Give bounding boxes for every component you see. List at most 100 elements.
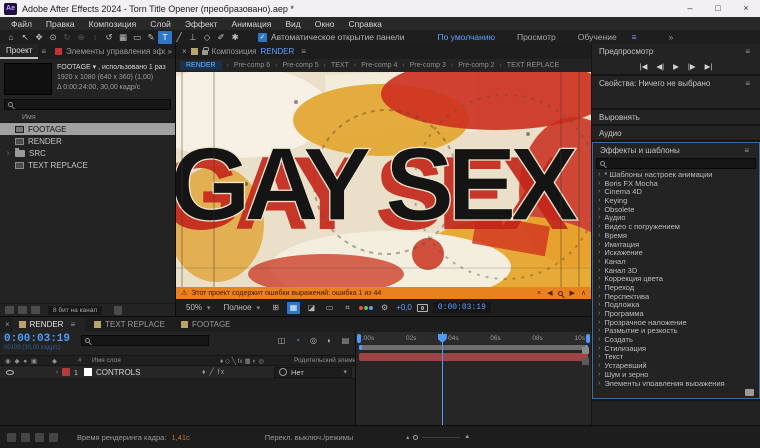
tool-icon[interactable]: ⊥ bbox=[186, 31, 200, 44]
breadcrumb-item[interactable]: Pre-comp 3 bbox=[397, 62, 446, 69]
tool-icon[interactable]: ✐ bbox=[214, 31, 228, 44]
effects-panel-menu-icon[interactable]: ≡ bbox=[744, 146, 749, 155]
project-search[interactable] bbox=[4, 99, 171, 110]
tab-project[interactable]: Проект bbox=[0, 44, 38, 59]
tool-icon[interactable]: ▦ bbox=[116, 31, 130, 44]
comp-button[interactable] bbox=[582, 358, 589, 365]
layer-switches[interactable]: ♦ ╱ fx bbox=[202, 368, 274, 376]
preview-panel-menu-icon[interactable]: ≡ bbox=[745, 47, 750, 56]
breadcrumb-item[interactable]: TEXT REPLACE bbox=[494, 62, 559, 69]
timeline-search[interactable] bbox=[81, 335, 209, 346]
tool-icon[interactable]: ↻ bbox=[60, 31, 74, 44]
zoom-knob[interactable] bbox=[413, 435, 418, 440]
workspace-tab[interactable]: Обучение bbox=[567, 32, 628, 42]
mask-visibility-icon[interactable]: ◪ bbox=[305, 302, 318, 314]
current-timecode[interactable]: 0:00:03:19 bbox=[4, 334, 70, 345]
color-depth-badge[interactable]: 8 бит на канал bbox=[48, 306, 102, 315]
properties-panel-menu-icon[interactable]: ≡ bbox=[745, 79, 750, 88]
lock-icon[interactable] bbox=[202, 50, 208, 55]
layer-name-column[interactable]: Имя слоя bbox=[92, 357, 220, 364]
expand-caret-icon[interactable]: › bbox=[52, 369, 62, 376]
project-item-src[interactable]: › SRC bbox=[0, 147, 175, 159]
toggle-switches-modes[interactable]: Перекл. выключ./режимы bbox=[265, 433, 353, 442]
transport-button[interactable]: ▶ bbox=[673, 62, 679, 71]
close-button[interactable]: × bbox=[732, 0, 760, 17]
audio-title[interactable]: Аудио bbox=[599, 129, 622, 138]
status-icon-4[interactable] bbox=[49, 433, 58, 442]
breadcrumb-item[interactable]: Pre-comp 6 bbox=[222, 62, 271, 69]
timeline-toggle-icon[interactable]: ◐ bbox=[324, 336, 335, 353]
layer-duration-bar[interactable] bbox=[359, 353, 588, 361]
tool-icon[interactable]: ⊕ bbox=[74, 31, 88, 44]
tool-icon[interactable]: ↕ bbox=[88, 31, 102, 44]
breadcrumb-item[interactable]: Pre-comp 4 bbox=[349, 62, 398, 69]
pixel-aspect-icon[interactable]: ⌗ bbox=[341, 302, 354, 314]
eye-icon[interactable] bbox=[6, 370, 14, 375]
workspace-menu-icon[interactable]: ≡ bbox=[632, 32, 637, 42]
checkbox-checked-icon[interactable]: ✓ bbox=[258, 33, 267, 42]
workspace-tab[interactable]: По умолчанию bbox=[426, 32, 505, 42]
pickwhip-icon[interactable] bbox=[279, 368, 287, 376]
magnification-dropdown[interactable]: 50%▾ bbox=[182, 303, 215, 312]
timeline-zoom-slider[interactable]: ▴ ▲ bbox=[406, 434, 470, 441]
zoom-track[interactable] bbox=[422, 437, 460, 438]
zoom-in-icon[interactable]: ▲ bbox=[464, 434, 470, 440]
label-color-chip[interactable] bbox=[62, 368, 70, 376]
timeline-panel-menu-icon[interactable]: ≡ bbox=[70, 320, 75, 329]
snapshot-icon[interactable] bbox=[417, 304, 428, 312]
collapse-bar-icon[interactable]: ∧ bbox=[581, 289, 586, 297]
transparency-grid-icon[interactable]: ▦ bbox=[287, 302, 300, 314]
interpret-footage-icon[interactable] bbox=[5, 306, 14, 314]
timeline-tab-render[interactable]: RENDER ≡ bbox=[12, 317, 85, 332]
tool-icon[interactable]: ✥ bbox=[32, 31, 46, 44]
status-icon-1[interactable] bbox=[7, 433, 16, 442]
workspace-tab[interactable]: Просмотр bbox=[506, 32, 567, 42]
tool-icon[interactable]: ⌂ bbox=[4, 31, 18, 44]
resolution-dropdown[interactable]: Полное▾ bbox=[220, 303, 265, 312]
region-of-interest-icon[interactable]: ⊞ bbox=[269, 302, 282, 314]
tool-icon[interactable]: ↖ bbox=[18, 31, 32, 44]
tab-effect-controls[interactable]: Элементы управления эффек bbox=[49, 47, 165, 56]
panel-close-icon[interactable]: × bbox=[182, 47, 187, 56]
parent-dropdown[interactable]: Нет ▾ bbox=[274, 367, 352, 378]
project-item-text-replace[interactable]: TEXT REPLACE bbox=[0, 159, 175, 171]
menu-item[interactable]: Эффект bbox=[178, 19, 225, 29]
gear-icon[interactable]: ⚙ bbox=[378, 302, 391, 314]
auto-open-panels[interactable]: ✓ Автоматическое открытие панели bbox=[258, 32, 404, 42]
menu-item[interactable]: Окно bbox=[308, 19, 342, 29]
viewer-timecode[interactable]: 0:00:03:19 bbox=[433, 302, 491, 313]
menu-item[interactable]: Композиция bbox=[82, 19, 144, 29]
menu-item[interactable]: Вид bbox=[278, 19, 307, 29]
composition-tab-name[interactable]: RENDER bbox=[261, 47, 295, 56]
new-folder-icon[interactable] bbox=[18, 306, 27, 314]
composition-panel-menu-icon[interactable]: ≡ bbox=[301, 47, 306, 56]
project-item-render[interactable]: RENDER bbox=[0, 135, 175, 147]
composition-canvas[interactable]: GAY SEX GAY SEX bbox=[176, 72, 591, 287]
minimize-button[interactable]: – bbox=[676, 0, 704, 17]
align-title[interactable]: Выровнять bbox=[599, 113, 640, 122]
tool-icon[interactable]: ✱ bbox=[228, 31, 242, 44]
layer-name[interactable]: CONTROLS bbox=[96, 368, 202, 377]
timecode-block[interactable]: 0:00:03:19 00109 (30,00 кадр/с) bbox=[4, 334, 70, 353]
status-icon-3[interactable] bbox=[35, 433, 44, 442]
new-composition-icon[interactable] bbox=[31, 306, 40, 314]
prev-error-icon[interactable]: ◀ bbox=[547, 289, 552, 297]
tabs-overflow-icon[interactable]: » bbox=[168, 47, 172, 56]
exposure-value[interactable]: +0,0 bbox=[396, 303, 412, 312]
tool-icon[interactable]: ╱ bbox=[172, 31, 186, 44]
timeline-track-area[interactable]: :00s02s04s06s08s10s bbox=[356, 332, 591, 425]
tool-icon[interactable]: ✎ bbox=[144, 31, 158, 44]
transport-button[interactable]: ▶| bbox=[705, 62, 713, 71]
tool-icon[interactable]: ▭ bbox=[130, 31, 144, 44]
tool-icon[interactable]: ↺ bbox=[102, 31, 116, 44]
tool-icon[interactable]: ◇ bbox=[200, 31, 214, 44]
timeline-toggle-icon[interactable]: ▤ bbox=[340, 336, 351, 353]
reveal-error-icon[interactable] bbox=[558, 291, 563, 296]
work-area-bar[interactable] bbox=[359, 345, 588, 350]
maximize-button[interactable]: □ bbox=[704, 0, 732, 17]
zoom-out-icon[interactable]: ▴ bbox=[406, 434, 409, 441]
project-panel-menu-icon[interactable]: ≡ bbox=[41, 47, 46, 56]
timeline-toggle-icon[interactable]: ◫ bbox=[276, 336, 287, 353]
workspace-overflow-icon[interactable]: » bbox=[669, 32, 674, 42]
breadcrumb-item[interactable]: Pre-comp 5 bbox=[270, 62, 319, 69]
